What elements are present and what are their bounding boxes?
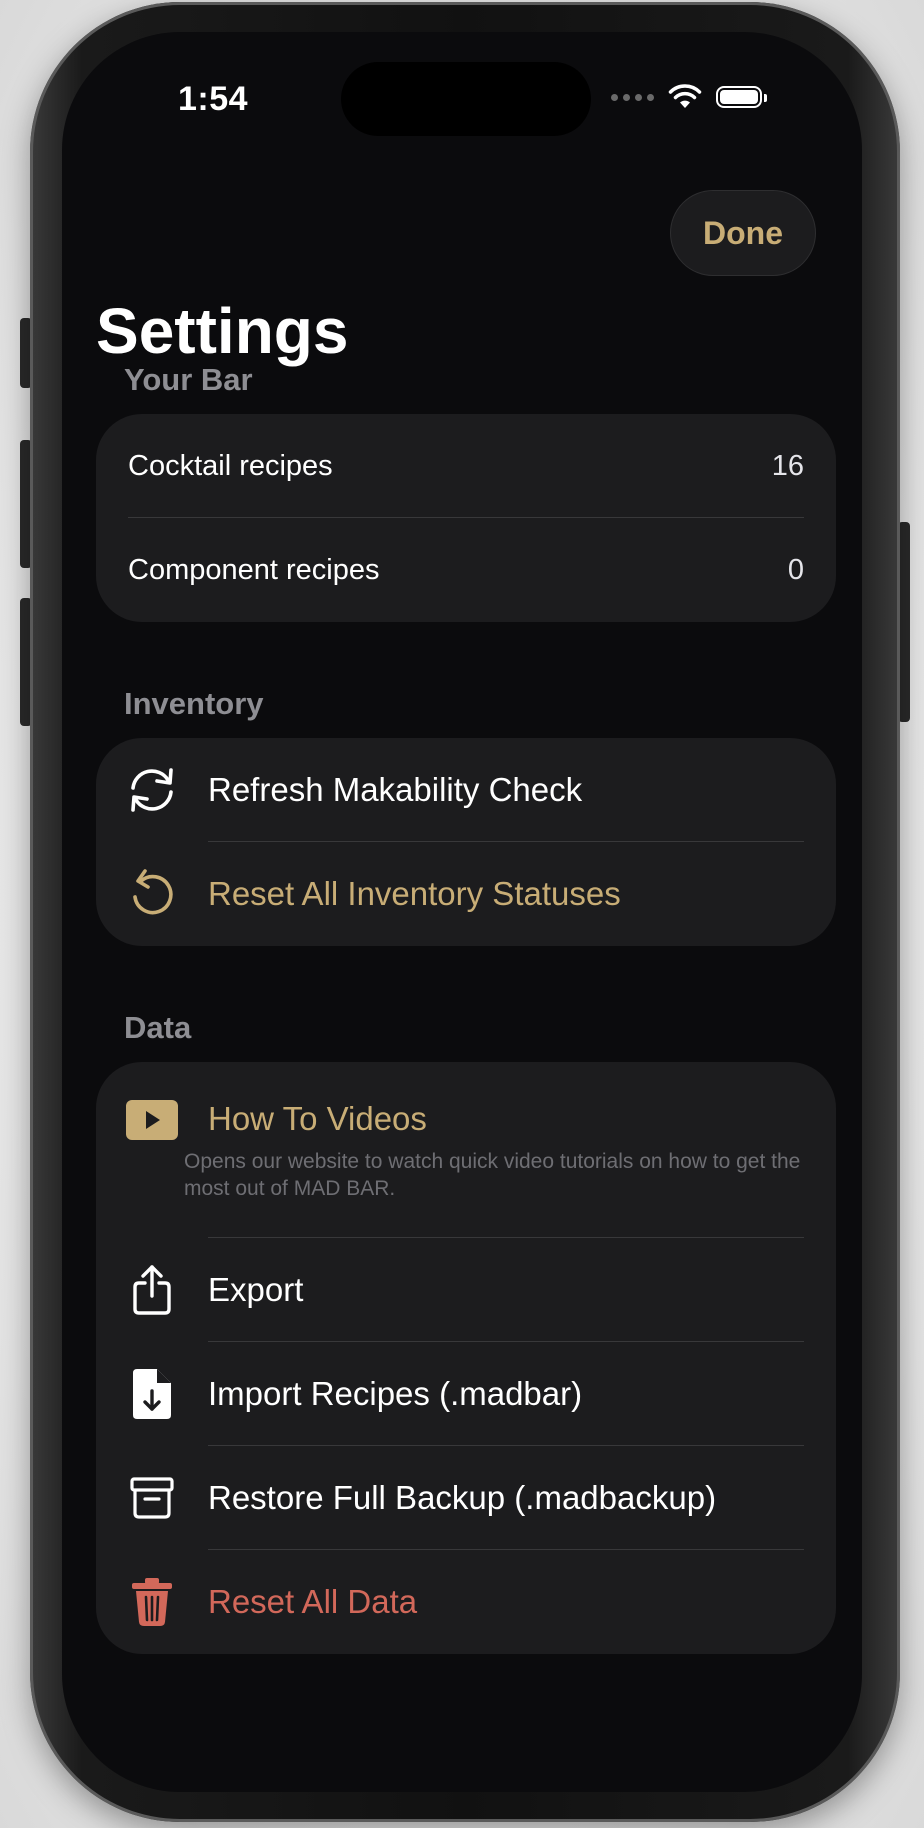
inventory-card: Refresh Makability Check Reset All Inven… bbox=[96, 738, 836, 946]
reset-all-data-row[interactable]: Reset All Data bbox=[96, 1550, 836, 1654]
how-to-videos-description: Opens our website to watch quick video t… bbox=[184, 1150, 801, 1200]
restore-backup-row[interactable]: Restore Full Backup (.madbackup) bbox=[96, 1446, 836, 1550]
refresh-makability-label: Refresh Makability Check bbox=[208, 771, 583, 808]
data-card: How To Videos Opens our website to watch… bbox=[96, 1062, 836, 1654]
export-label: Export bbox=[208, 1271, 304, 1308]
counterclockwise-arrow-icon bbox=[133, 869, 173, 915]
share-icon bbox=[133, 1265, 171, 1315]
how-to-videos-row[interactable]: How To Videos Opens our website to watch… bbox=[96, 1062, 836, 1238]
cocktail-recipes-count: 16 bbox=[771, 449, 804, 482]
component-recipes-row: Component recipes 0 bbox=[96, 518, 836, 622]
how-to-videos-title: How To Videos bbox=[208, 1100, 427, 1137]
export-row[interactable]: Export bbox=[96, 1238, 836, 1342]
section-header-data: Data bbox=[124, 1010, 192, 1045]
trash-icon bbox=[132, 1578, 172, 1626]
arrow-circle-icon bbox=[131, 768, 173, 812]
reset-inventory-row[interactable]: Reset All Inventory Statuses bbox=[96, 842, 836, 946]
archive-box-icon bbox=[130, 1477, 174, 1519]
reset-inventory-label: Reset All Inventory Statuses bbox=[208, 875, 621, 912]
status-time: 1:54 bbox=[178, 80, 249, 118]
reset-all-data-label: Reset All Data bbox=[208, 1583, 418, 1620]
component-recipes-count: 0 bbox=[787, 553, 804, 586]
import-recipes-row[interactable]: Import Recipes (.madbar) bbox=[96, 1342, 836, 1446]
your-bar-card: Cocktail recipes 16 Component recipes 0 bbox=[96, 414, 836, 622]
status-indicators bbox=[611, 84, 767, 110]
cocktail-recipes-label: Cocktail recipes bbox=[128, 449, 333, 482]
wifi-icon bbox=[668, 84, 702, 108]
section-header-inventory: Inventory bbox=[124, 686, 264, 721]
section-header-your-bar: Your Bar bbox=[124, 362, 253, 397]
screen: 1:54 Done Settings Your Bar Cocktail rec… bbox=[62, 32, 862, 1792]
restore-backup-label: Restore Full Backup (.madbackup) bbox=[208, 1479, 717, 1516]
play-rectangle-icon bbox=[126, 1100, 178, 1140]
cellular-signal-icon bbox=[611, 93, 654, 101]
dynamic-island bbox=[341, 62, 591, 136]
import-recipes-label: Import Recipes (.madbar) bbox=[208, 1375, 583, 1412]
page-title: Settings bbox=[96, 295, 349, 367]
refresh-makability-row[interactable]: Refresh Makability Check bbox=[96, 738, 836, 842]
document-download-icon bbox=[133, 1369, 171, 1419]
battery-icon bbox=[716, 86, 767, 108]
component-recipes-label: Component recipes bbox=[128, 553, 380, 586]
done-button[interactable]: Done bbox=[670, 190, 816, 276]
cocktail-recipes-row: Cocktail recipes 16 bbox=[96, 414, 836, 518]
